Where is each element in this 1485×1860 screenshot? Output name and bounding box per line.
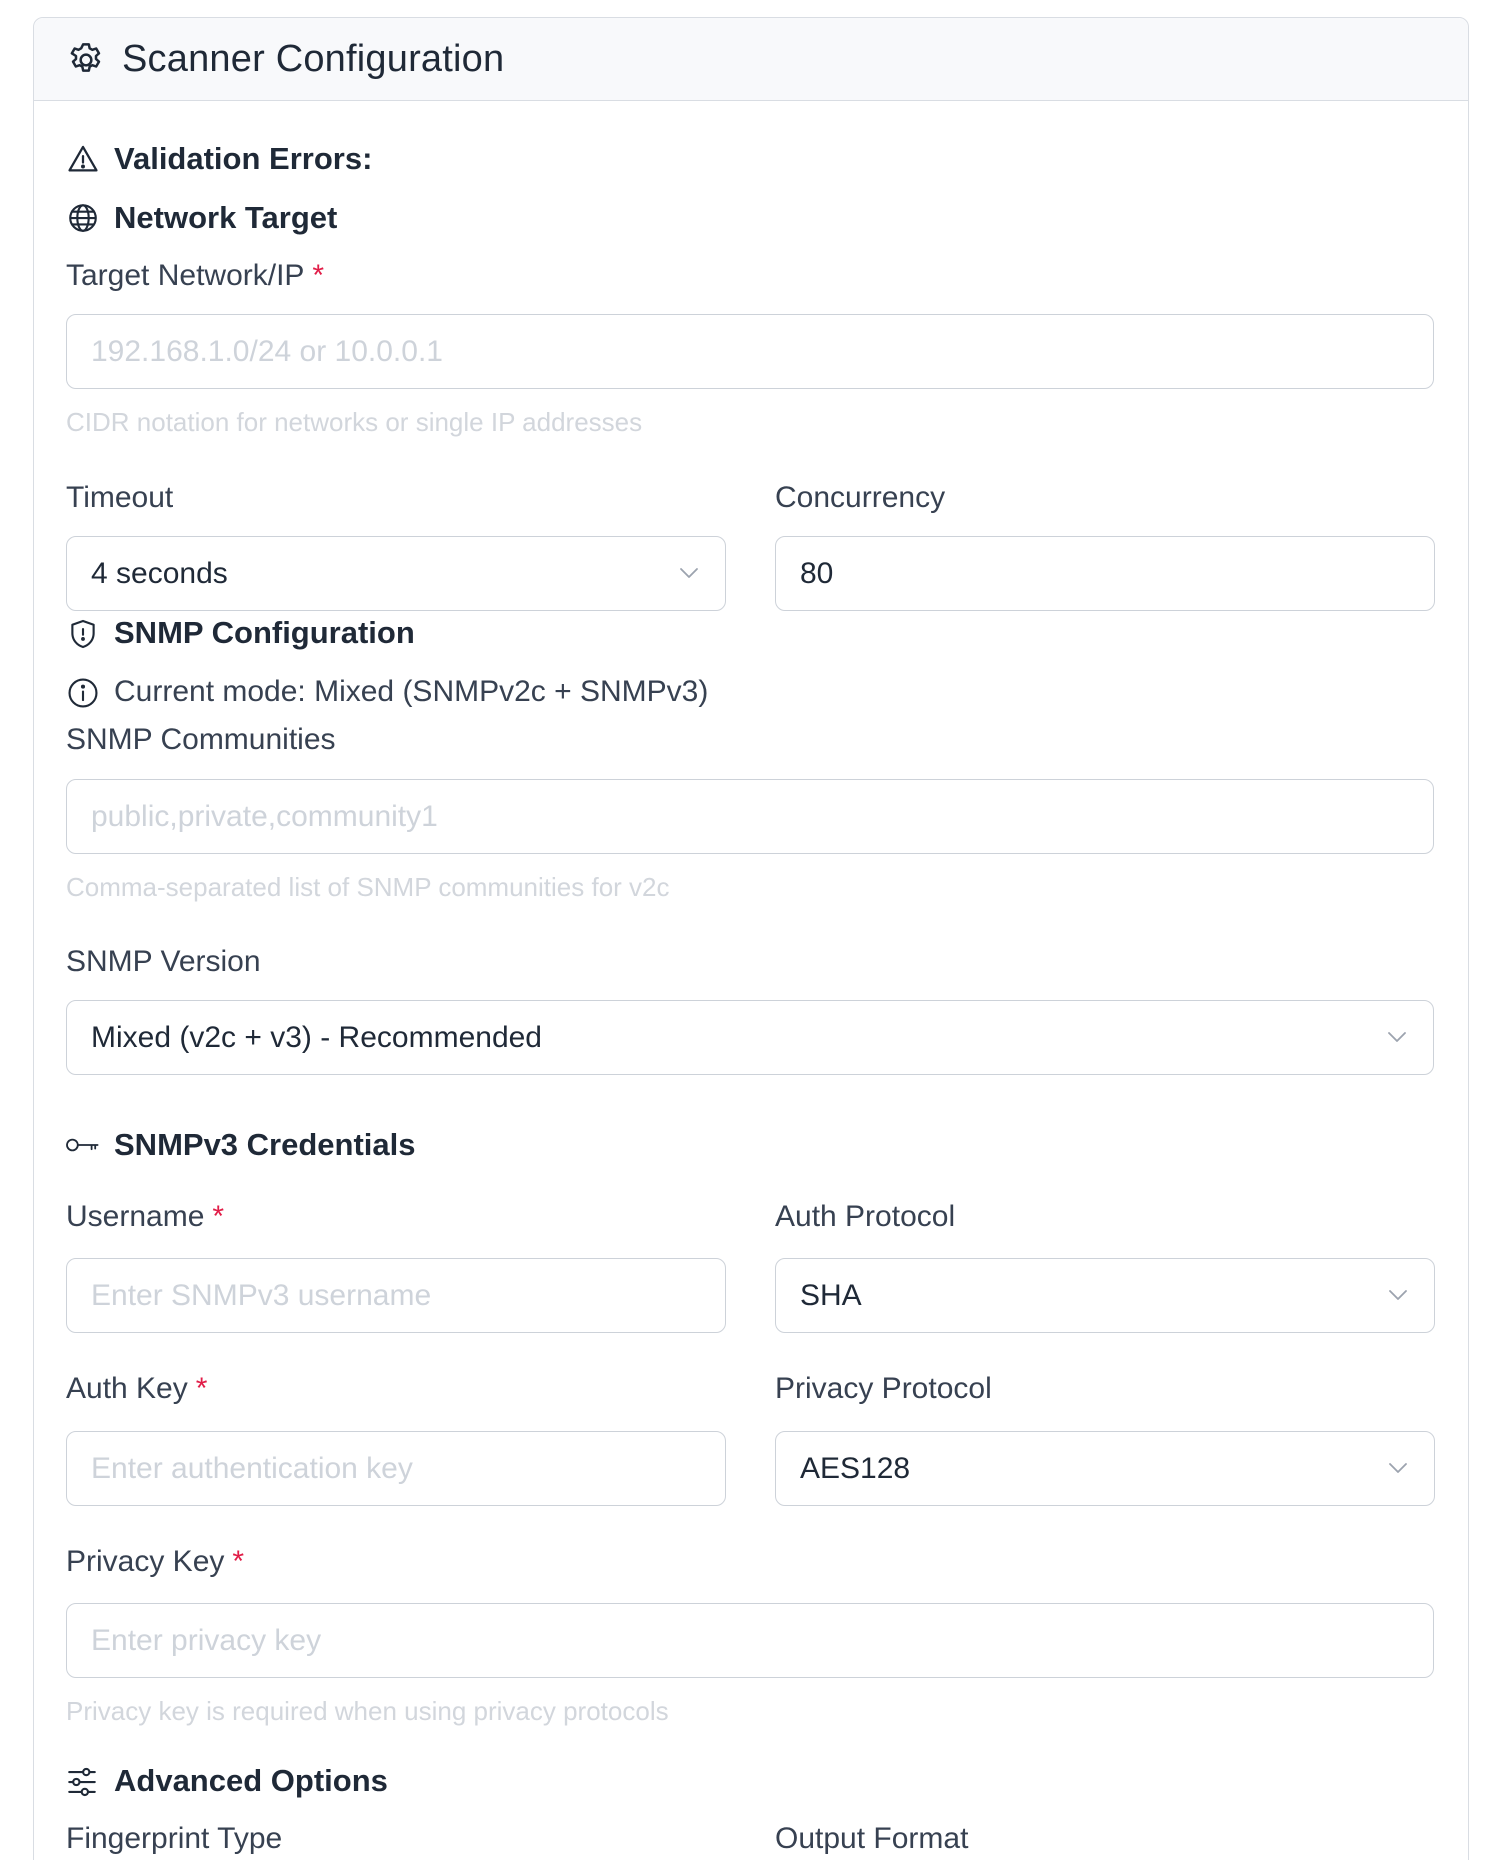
page-title: Scanner Configuration (122, 38, 505, 80)
validation-errors-title: Validation Errors: (114, 141, 373, 176)
privacy-protocol-value: AES128 (800, 1451, 911, 1485)
timeout-value: 4 seconds (91, 556, 228, 590)
auth-key-label: Auth Key * (66, 1372, 208, 1405)
auth-protocol-value: SHA (800, 1278, 862, 1312)
snmp-version-value: Mixed (v2c + v3) - Recommended (91, 1020, 542, 1054)
privacy-protocol-select[interactable]: AES128 (775, 1431, 1435, 1506)
privacy-key-input[interactable] (66, 1603, 1434, 1678)
privacy-key-label: Privacy Key * (66, 1545, 245, 1578)
scanner-config-card: Scanner Configuration (33, 17, 1469, 1860)
chevron-down-icon (1388, 1032, 1406, 1042)
advanced-options-title: Advanced Options (114, 1763, 388, 1798)
required-marker: * (212, 1200, 225, 1233)
timeout-label: Timeout (66, 481, 174, 514)
username-label: Username * (66, 1200, 225, 1233)
info-icon (68, 678, 98, 708)
target-network-label: Target Network/IP * (66, 259, 325, 292)
auth-protocol-label: Auth Protocol (775, 1200, 956, 1233)
output-format-label: Output Format (775, 1822, 969, 1855)
concurrency-label: Concurrency (775, 481, 946, 514)
globe-icon (69, 204, 97, 232)
timeout-select[interactable]: 4 seconds (66, 536, 726, 611)
snmpv3-credentials-title: SNMPv3 Credentials (114, 1127, 416, 1162)
snmp-version-label: SNMP Version (66, 945, 261, 978)
fingerprint-type-label: Fingerprint Type (66, 1822, 283, 1855)
chevron-down-icon (1389, 1463, 1407, 1473)
sliders-icon (68, 1767, 96, 1797)
required-marker: * (312, 259, 325, 292)
username-input[interactable] (66, 1258, 726, 1333)
card-header: Scanner Configuration (34, 18, 1468, 101)
chevron-down-icon (680, 568, 698, 578)
network-target-title: Network Target (114, 200, 338, 235)
privacy-key-help: Privacy key is required when using priva… (66, 1696, 669, 1726)
auth-protocol-select[interactable]: SHA (775, 1258, 1435, 1333)
required-marker: * (232, 1545, 245, 1578)
required-marker: * (195, 1372, 208, 1405)
gear-icon (70, 43, 101, 72)
snmp-communities-label: SNMP Communities (66, 723, 336, 756)
snmp-version-select[interactable]: Mixed (v2c + v3) - Recommended (66, 1000, 1434, 1075)
target-network-help: CIDR notation for networks or single IP … (66, 407, 643, 437)
chevron-down-icon (1389, 1290, 1407, 1300)
warning-triangle-icon (68, 145, 98, 172)
snmp-communities-input[interactable] (66, 779, 1434, 854)
snmp-configuration-title: SNMP Configuration (114, 615, 415, 650)
concurrency-input[interactable] (775, 536, 1435, 611)
shield-icon (71, 619, 95, 649)
key-icon (66, 1138, 99, 1152)
snmp-mode-text: Current mode: Mixed (SNMPv2c + SNMPv3) (114, 675, 709, 708)
auth-key-input[interactable] (66, 1431, 726, 1506)
target-network-input[interactable] (66, 314, 1434, 389)
snmp-communities-help: Comma-separated list of SNMP communities… (66, 872, 670, 902)
privacy-protocol-label: Privacy Protocol (775, 1372, 992, 1405)
